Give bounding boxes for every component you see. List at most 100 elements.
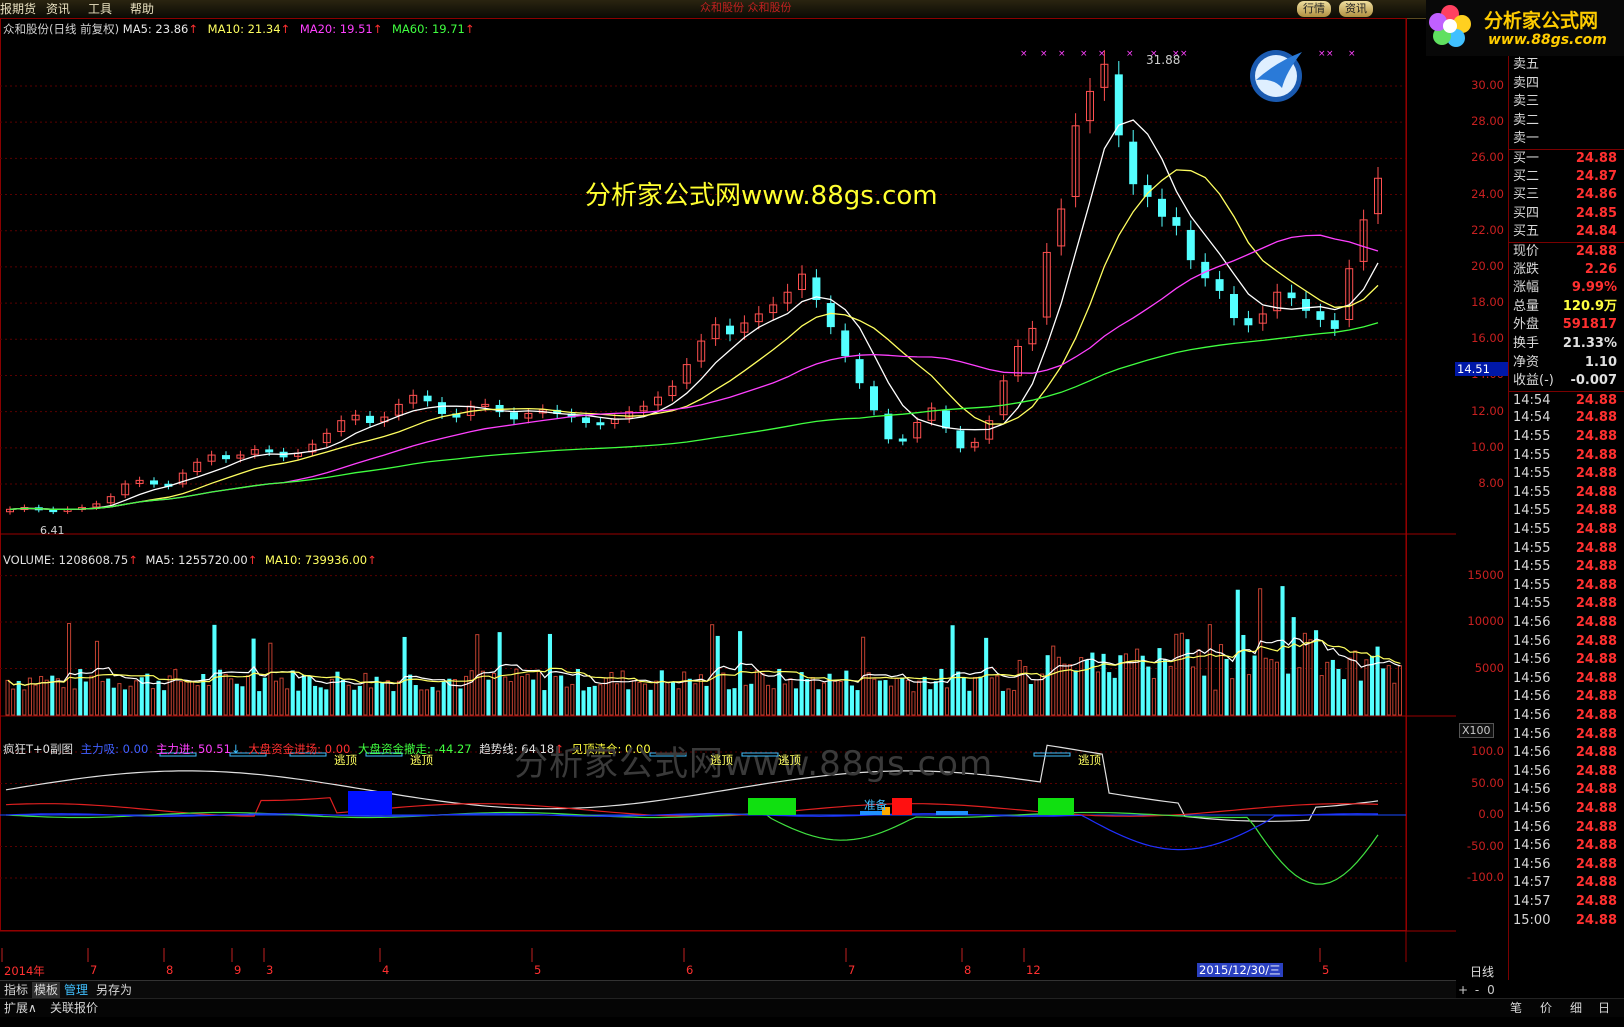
volume-legend: VOLUME: 1208608.75↑ MA5: 1255720.00↑ MA1… — [3, 553, 377, 567]
volume-bar — [1151, 677, 1156, 716]
volume-bar — [1269, 659, 1274, 716]
volume-bar — [849, 685, 854, 716]
expand-button[interactable]: 扩展∧ — [4, 1000, 37, 1016]
quote-value: 24.88 — [1575, 782, 1617, 798]
quote-label: 现价 — [1513, 244, 1540, 259]
tab-quotes[interactable]: 行情 — [1297, 1, 1331, 17]
tab-template[interactable]: 模板 — [32, 982, 61, 998]
volume-bar — [245, 675, 251, 716]
tick-row: 14:55 24.88 — [1509, 595, 1624, 614]
volume-bar — [805, 679, 810, 716]
price-axis-label: 12.00 — [1471, 403, 1504, 418]
volume-bar — [995, 675, 1000, 716]
tick-row: 14:55 24.88 — [1509, 484, 1624, 503]
candle-body — [1172, 217, 1181, 226]
volume-bar — [408, 674, 413, 716]
tab-tick[interactable]: 笔 — [1510, 1000, 1522, 1016]
tab-daily[interactable]: 日 — [1598, 1000, 1610, 1016]
quote-label: 14:55 — [1513, 559, 1551, 575]
ma20-line — [9, 234, 1379, 510]
quote-label: 14:54 — [1513, 392, 1551, 408]
indicator-axis-label: -50.00 — [1466, 838, 1504, 853]
prepare-label: 准备 — [864, 798, 887, 812]
indicator-red-block — [892, 798, 912, 815]
tab-news[interactable]: 资讯 — [1339, 1, 1373, 17]
quote-label: 14:56 — [1513, 726, 1551, 742]
volume-bar — [508, 681, 513, 716]
volume-bar — [559, 675, 564, 716]
volume-bar — [1246, 674, 1252, 716]
quote-label: 外盘 — [1513, 317, 1540, 333]
volume-bar — [313, 685, 318, 716]
date-axis-label: 3 — [266, 963, 274, 977]
quote-label: 总量 — [1513, 298, 1540, 314]
volume-bar — [1297, 667, 1302, 716]
volume-bar — [301, 674, 306, 716]
tick-row: 14:56 24.88 — [1509, 744, 1624, 763]
quote-label: 14:55 — [1513, 577, 1551, 593]
candle-body — [1215, 279, 1224, 291]
indicator-zhulixi: 主力吸: 0.00 — [80, 742, 149, 756]
tick-row: 14:54 24.88 — [1509, 390, 1624, 411]
zoom-out-button[interactable]: - — [1470, 982, 1484, 998]
volume-bar — [352, 689, 357, 716]
date-axis-label: 7 — [848, 963, 856, 977]
volume-bar — [1163, 659, 1168, 716]
volume-bar — [1090, 652, 1095, 716]
volume-bar — [441, 681, 446, 716]
tab-indicator[interactable]: 指标 — [4, 982, 28, 998]
quote-label: 14:56 — [1513, 782, 1551, 798]
chart-area[interactable]: × × × × × × × × × × × × — [0, 18, 1456, 962]
volume-bar — [905, 679, 910, 716]
volume-bar — [1174, 633, 1179, 716]
menu-tools[interactable]: 工具 — [88, 0, 112, 18]
volume-bar — [1386, 665, 1391, 716]
price-axis-label: 20.00 — [1471, 258, 1504, 273]
candle-body — [726, 325, 734, 335]
volume-bar — [547, 633, 553, 716]
period-label[interactable]: 日线 — [1470, 963, 1494, 980]
volume-bar — [1000, 690, 1005, 716]
reset-zoom-button[interactable]: 0 — [1484, 982, 1498, 998]
menu-futures[interactable]: 报期货 — [0, 0, 36, 18]
volume-bar — [262, 677, 267, 716]
tab-price[interactable]: 价 — [1540, 1000, 1552, 1016]
menu-help[interactable]: 帮助 — [130, 0, 154, 18]
volume-bar — [83, 681, 88, 716]
tick-row: 14:54 24.88 — [1509, 409, 1624, 428]
related-quotes-button[interactable]: 关联报价 — [50, 1000, 98, 1016]
quote-value: 24.88 — [1575, 875, 1617, 891]
quote-stat-row: 涨幅 9.99% — [1509, 279, 1624, 298]
quote-value: 24.88 — [1575, 540, 1617, 556]
quote-label: 卖一 — [1513, 131, 1540, 147]
tab-save-as[interactable]: 另存为 — [96, 982, 132, 998]
price-axis-label: 28.00 — [1471, 114, 1504, 129]
quote-label: 14:56 — [1513, 615, 1551, 630]
volume-bar — [1045, 655, 1050, 716]
tick-row: 14:56 24.88 — [1509, 726, 1624, 745]
tab-detail[interactable]: 细 — [1570, 1000, 1582, 1016]
quote-value: 24.88 — [1575, 503, 1617, 519]
candle-body — [1302, 299, 1310, 311]
tick-row: 14:57 24.88 — [1509, 893, 1624, 912]
volume-bar — [536, 670, 541, 716]
tick-row: 14:55 24.88 — [1509, 465, 1624, 484]
volume-bar — [514, 668, 519, 716]
quote-label: 14:55 — [1513, 484, 1551, 500]
tab-manage[interactable]: 管理 — [64, 982, 88, 998]
volume-bar — [296, 690, 301, 716]
ma60-line — [9, 322, 1379, 510]
quote-value: 24.88 — [1575, 577, 1617, 593]
volume-ma5: MA5: 1255720.00 — [145, 553, 248, 567]
candle-body — [1287, 292, 1296, 299]
date-axis-label: 2014年 — [4, 964, 45, 978]
menu-news[interactable]: 资讯 — [46, 0, 70, 18]
quote-value: 24.88 — [1575, 689, 1617, 705]
volume-bar — [553, 675, 558, 716]
quote-stat-row: 换手 21.33% — [1509, 335, 1624, 354]
volume-bar — [128, 685, 133, 716]
volume-bar — [894, 678, 899, 716]
volume-bar — [642, 683, 648, 716]
zoom-in-button[interactable]: + — [1456, 982, 1470, 998]
volume-bar — [760, 672, 765, 716]
